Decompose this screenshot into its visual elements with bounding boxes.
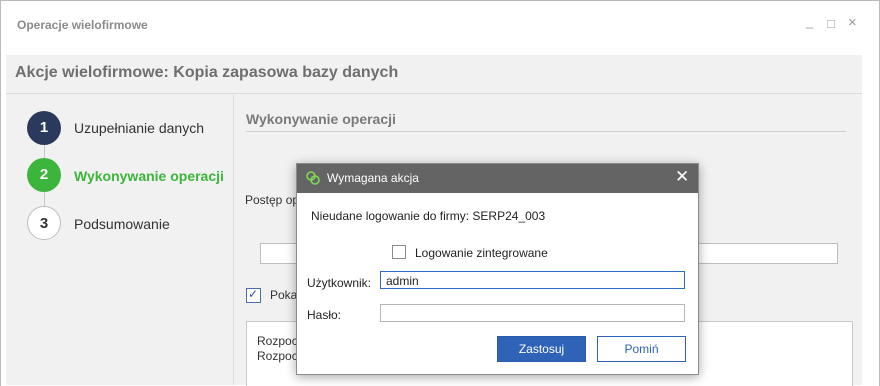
- integrated-login-checkbox[interactable]: [392, 245, 406, 259]
- progress-label: Postęp op: [245, 193, 300, 207]
- step-3-circle: 3: [27, 206, 61, 240]
- close-button[interactable]: ×: [848, 15, 857, 30]
- dialog-title: Wymagana akcja: [327, 171, 419, 185]
- page-title: Akcje wielofirmowe: Kopia zapasowa bazy …: [15, 64, 399, 81]
- username-label: Użytkownik:: [307, 276, 372, 290]
- apply-button[interactable]: Zastosuj: [497, 336, 586, 362]
- maximize-button[interactable]: □: [827, 17, 835, 31]
- step-3-label: Podsumowanie: [74, 216, 170, 232]
- skip-button[interactable]: Pomiń: [597, 336, 686, 362]
- step-2-label: Wykonywanie operacji: [74, 168, 224, 184]
- log-line: Rozpoc: [257, 349, 298, 363]
- step-2-circle: 2: [27, 158, 61, 192]
- log-line: Rozpoc: [257, 334, 298, 348]
- column-divider: [233, 95, 234, 385]
- window-titlebar: Operacje wielofirmowe _ □ ×: [1, 1, 879, 51]
- checkmark-icon: ✓: [248, 287, 259, 301]
- step-1-circle: 1: [27, 111, 61, 145]
- show-details-checkbox[interactable]: ✓: [246, 287, 261, 303]
- section-divider: [246, 131, 846, 132]
- integrated-login-label: Logowanie zintegrowane: [415, 246, 548, 260]
- password-label: Hasło:: [307, 308, 342, 322]
- section-title: Wykonywanie operacji: [246, 111, 396, 127]
- minimize-button[interactable]: _: [806, 15, 813, 29]
- show-details-label: Poka: [270, 288, 298, 302]
- username-input[interactable]: admin: [380, 271, 685, 289]
- window-title: Operacje wielofirmowe: [17, 18, 148, 32]
- dialog-titlebar: Wymagana akcja ✕: [297, 164, 698, 193]
- link-icon: [306, 171, 320, 185]
- required-action-dialog: Wymagana akcja ✕ Nieudane logowanie do f…: [296, 163, 699, 375]
- password-input[interactable]: [380, 304, 685, 322]
- dialog-close-icon[interactable]: ✕: [675, 167, 689, 187]
- step-1-label: Uzupełnianie danych: [74, 120, 204, 136]
- dialog-message: Nieudane logowanie do firmy: SERP24_003: [311, 209, 546, 223]
- header-divider: [6, 93, 862, 94]
